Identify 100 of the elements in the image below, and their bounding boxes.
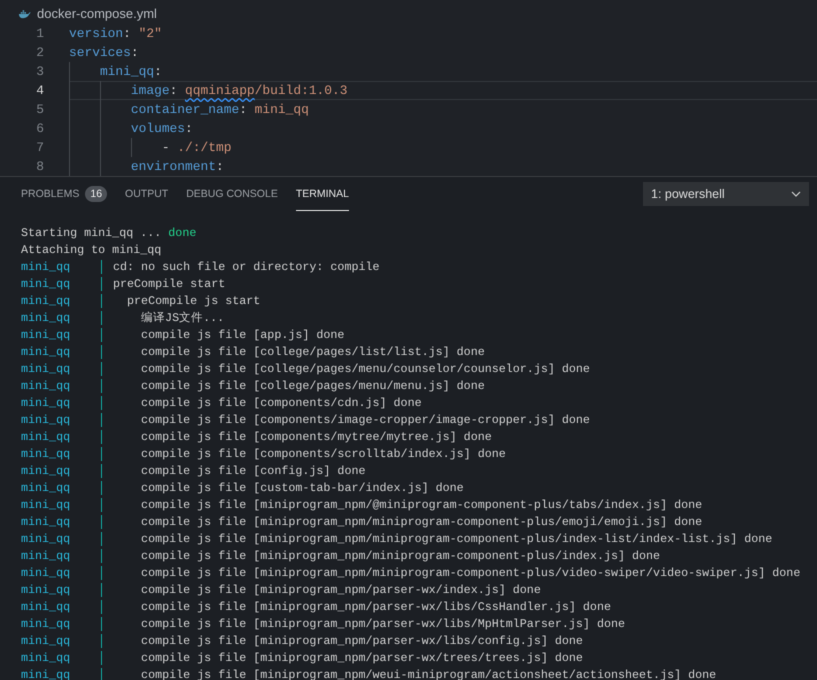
- terminal-text: 编译JS文件...: [140, 310, 224, 325]
- code-line: environment:: [69, 157, 817, 176]
- terminal-text: compile js file [miniprogram_npm/parser-wx/libs/CssHandler.js] done: [140, 600, 611, 614]
- code-line: image: qqminiapp/build:1.0.3: [69, 81, 817, 100]
- service-name: mini_qq: [21, 310, 72, 324]
- line-number: 8: [35, 159, 45, 174]
- separator: [101, 396, 102, 410]
- separator: [101, 446, 102, 460]
- service-name: mini_qq: [21, 362, 72, 376]
- service-name: mini_qq: [21, 548, 72, 562]
- separator: [101, 412, 102, 426]
- separator: [101, 548, 102, 562]
- separator: [101, 616, 102, 630]
- separator: [101, 276, 102, 290]
- service-name: mini_qq: [21, 668, 72, 680]
- separator: [101, 362, 102, 376]
- service-name: mini_qq: [21, 650, 72, 664]
- separator: [101, 650, 102, 664]
- code-line: version: "2": [69, 25, 163, 43]
- terminal-text: preCompile start: [113, 276, 226, 290]
- separator: [101, 668, 102, 680]
- service-name: mini_qq: [21, 276, 72, 290]
- panel-tab[interactable]: TERMINAL: [296, 177, 349, 211]
- service-name: mini_qq: [21, 430, 72, 444]
- chevron-down-icon: [791, 191, 801, 197]
- terminal-text: compile js file [college/pages/menu/menu.js] done: [140, 378, 485, 392]
- service-name: mini_qq: [21, 464, 72, 478]
- line-number: 2: [35, 45, 45, 60]
- panel-tab[interactable]: PROBLEMS 16: [21, 177, 108, 211]
- line-number: 1: [35, 26, 45, 41]
- terminal-text: compile js file [miniprogram_npm/@miniprogram-component-plus/tabs/index.js] done: [140, 498, 702, 512]
- code-line: services:: [69, 44, 140, 62]
- separator: [101, 430, 102, 444]
- panel-tab[interactable]: DEBUG CONSOLE: [186, 177, 278, 211]
- line-number: 5: [35, 102, 45, 117]
- code-line: container_name: mini_qq: [69, 100, 817, 119]
- service-name: mini_qq: [21, 294, 72, 308]
- terminal-text: cd: no such file or directory: compile: [113, 260, 380, 274]
- terminal-select[interactable]: 1: powershell: [643, 182, 809, 206]
- separator: [101, 480, 102, 494]
- code-line: volumes:: [69, 119, 817, 138]
- terminal-text: Starting mini_qq ...: [21, 226, 162, 240]
- terminal-text: compile js file [miniprogram_npm/parser-wx/libs/config.js] done: [140, 634, 583, 648]
- terminal-text: compile js file [miniprogram_npm/miniprogram-component-plus/index-list/index-list.js] done: [140, 532, 772, 546]
- terminal-text: compile js file [college/pages/menu/counselor/counselor.js] done: [140, 362, 590, 376]
- file-tab-title[interactable]: docker-compose.yml: [37, 6, 157, 21]
- separator: [101, 464, 102, 478]
- terminal-text: compile js file [miniprogram_npm/miniprogram-component-plus/emoji/emoji.js] done: [140, 514, 702, 528]
- separator: [101, 600, 102, 614]
- terminal-text: compile js file [college/pages/list/list.js] done: [140, 344, 485, 358]
- line-number: 3: [35, 64, 45, 79]
- terminal-text: compile js file [miniprogram_npm/weui-miniprogram/actionsheet/actionsheet.js] done: [140, 668, 716, 680]
- separator: [101, 344, 102, 358]
- separator: [101, 532, 102, 546]
- whale-icon: [18, 8, 31, 18]
- separator: [101, 498, 102, 512]
- service-name: mini_qq: [21, 446, 72, 460]
- service-name: mini_qq: [21, 328, 72, 342]
- terminal-text: preCompile js start: [126, 294, 260, 308]
- service-name: mini_qq: [21, 532, 72, 546]
- service-name: mini_qq: [21, 616, 72, 630]
- terminal-text: compile js file [miniprogram_npm/miniprogram-component-plus/video-swiper/video-swiper.js] done: [140, 566, 800, 580]
- terminal-text: compile js file [components/cdn.js] done: [140, 396, 422, 410]
- status-text: done: [168, 226, 196, 240]
- service-name: mini_qq: [21, 600, 72, 614]
- separator: [101, 582, 102, 596]
- terminal-text: compile js file [miniprogram_npm/parser-wx/index.js] done: [140, 582, 541, 596]
- separator: [101, 310, 102, 324]
- separator: [101, 566, 102, 580]
- terminal-text: compile js file [custom-tab-bar/index.js] done: [140, 480, 464, 494]
- service-name: mini_qq: [21, 412, 72, 426]
- terminal-text: compile js file [miniprogram_npm/parser-wx/libs/MpHtmlParser.js] done: [140, 616, 625, 630]
- separator: [101, 634, 102, 648]
- line-number: 4: [35, 83, 45, 98]
- code-line: - ./:/tmp: [69, 138, 817, 157]
- count-badge: 16: [85, 186, 108, 202]
- service-name: mini_qq: [21, 514, 72, 528]
- separator: [101, 328, 102, 342]
- service-name: mini_qq: [21, 480, 72, 494]
- service-name: mini_qq: [21, 582, 72, 596]
- service-name: mini_qq: [21, 634, 72, 648]
- service-name: mini_qq: [21, 260, 72, 274]
- panel-tab[interactable]: OUTPUT: [125, 177, 168, 211]
- terminal-text: Attaching to mini_qq: [21, 242, 162, 256]
- terminal-text: compile js file [components/image-cropper/image-cropper.js] done: [140, 412, 590, 426]
- service-name: mini_qq: [21, 396, 72, 410]
- terminal-text: compile js file [app.js] done: [140, 328, 344, 342]
- terminal-text: compile js file [components/mytree/mytree.js] done: [140, 430, 492, 444]
- terminal-text: compile js file [config.js] done: [140, 464, 366, 478]
- service-name: mini_qq: [21, 566, 72, 580]
- code-line: mini_qq:: [69, 62, 817, 81]
- service-name: mini_qq: [21, 344, 72, 358]
- separator: [101, 260, 102, 274]
- line-number: 7: [35, 140, 45, 155]
- separator: [101, 514, 102, 528]
- separator: [101, 294, 102, 308]
- line-number: 6: [35, 121, 45, 136]
- terminal-text: compile js file [components/scrolltab/index.js] done: [140, 446, 506, 460]
- terminal-text: compile js file [miniprogram_npm/parser-wx/trees/trees.js] done: [140, 650, 583, 664]
- service-name: mini_qq: [21, 378, 72, 392]
